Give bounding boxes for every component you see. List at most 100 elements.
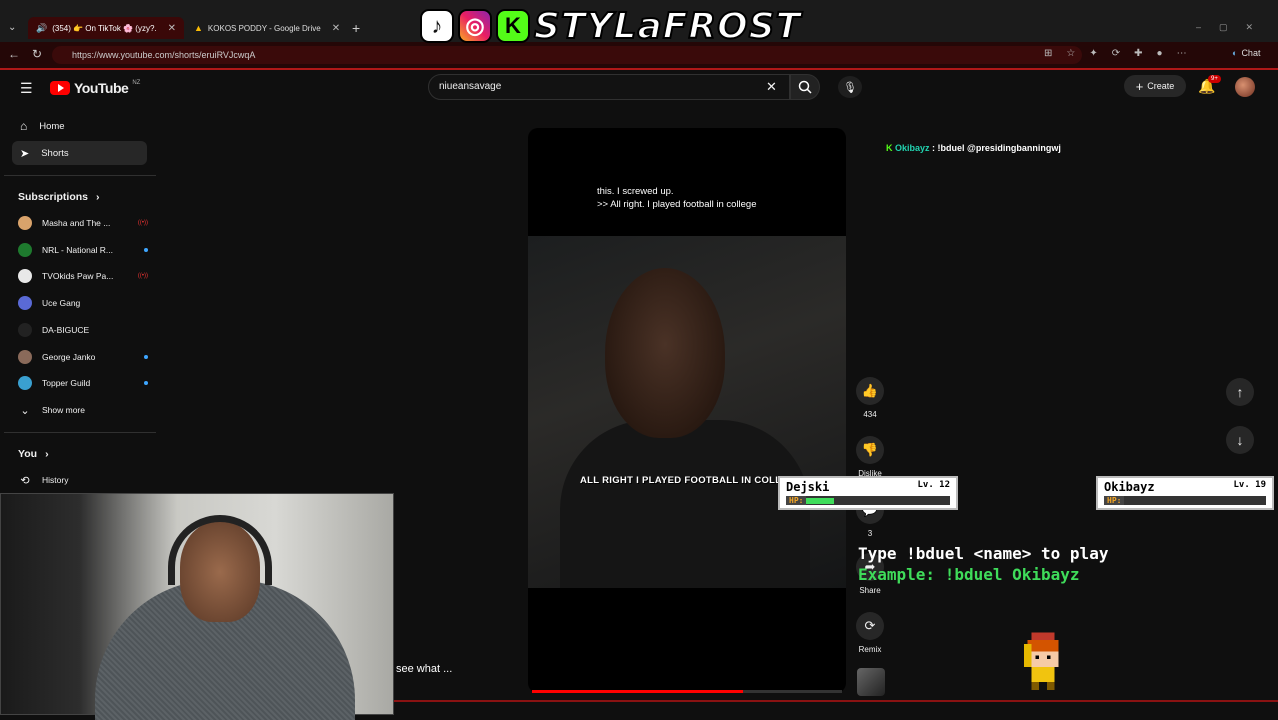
region-code: NZ [132,80,141,86]
remix-label: Remix [858,645,882,654]
sidebar-subscription-item[interactable]: NRL - National R... [18,240,148,260]
duel-player-name: Okibayz [1104,480,1155,494]
reload-icon[interactable]: ↻ [32,47,42,61]
chat-label: Chat [1241,48,1261,58]
stream-banner: ♪ ◎ K STYLaFROST [420,4,801,48]
pixel-character-sprite [1023,632,1059,690]
create-label: Create [1147,81,1175,91]
search-input[interactable]: niueansavage [428,74,790,100]
drive-icon: ▲ [194,23,203,33]
subscriptions-heading[interactable]: Subscriptions › [18,191,100,203]
you-heading[interactable]: You › [18,448,49,460]
duel-player-level: Lv. 19 [1233,480,1266,490]
description-preview[interactable]: see what ... [396,663,452,675]
remix-icon: ⟳ [856,612,884,640]
sidebar-item-history[interactable]: ⟲ History [18,470,148,490]
sound-thumbnail[interactable] [857,668,885,696]
close-tab-icon[interactable]: ✕ [332,23,340,34]
chevron-down-icon: ⌄ [20,404,30,417]
duel-instruction: Type !bduel <name> to play [858,544,1109,563]
chat-text: : !bduel @presidingbanningwj [932,143,1061,153]
create-button[interactable]: + Create [1124,75,1186,97]
share-label: Share [859,586,881,595]
youtube-play-icon [50,81,70,95]
notification-badge: 9+ [1208,75,1221,83]
duel-player-name: Dejski [786,480,830,494]
hp-label: HP: [1104,496,1125,505]
sidebar-subscription-item[interactable]: DA-BIGUCE [18,320,148,340]
sync-icon[interactable]: ⟳ [1112,48,1120,59]
profile-icon[interactable]: ● [1157,48,1163,59]
chat-username: Okibayz [895,143,930,153]
search-button[interactable] [790,74,820,100]
puzzle-icon[interactable]: ✚ [1134,48,1142,59]
sidebar-divider [4,432,156,433]
channel-avatar [18,349,32,364]
kick-icon: K [496,9,530,43]
home-icon: ⌂ [20,119,28,133]
caption-line: this. I screwed up. [597,186,674,197]
search-icon [798,80,812,94]
tiktok-icon: ♪ [420,9,454,43]
sidebar-item-label: Home [39,120,65,132]
sidebar-subscription-item[interactable]: TVOkids Paw Pa... ((•)) [18,266,148,286]
channel-avatar [18,296,32,311]
channel-name: George Janko [42,351,96,362]
sidebar-divider [4,175,156,176]
tab-list-icon[interactable]: ⌄ [8,22,16,33]
tab-label: (354) 👉 On TikTok 🌸 (yzy?... [52,23,157,33]
you-title: You [18,448,38,460]
arrow-down-icon: ↓ [1236,432,1244,448]
bookmark-icon[interactable]: ☆ [1066,48,1075,59]
install-app-icon[interactable]: ⊞ [1044,48,1052,59]
dislike-button[interactable]: 👎 Dislike [856,436,884,478]
remix-button[interactable]: ⟳ Remix [856,612,884,654]
sidebar-subscription-item[interactable]: George Janko [18,347,148,367]
back-icon[interactable]: ← [8,47,20,61]
stream-frame-border [394,700,1278,702]
hp-bar: HP: [786,496,950,505]
hp-fill [806,497,835,504]
url-field[interactable]: https://www.youtube.com/shorts/eruiRVJcw… [52,46,1082,64]
chevron-right-icon: › [45,448,49,460]
hamburger-menu-icon[interactable]: ☰ [20,80,33,97]
sidebar-subscription-item[interactable]: Topper Guild [18,373,148,393]
next-short-button[interactable]: ↓ [1226,426,1254,454]
window-controls[interactable]: –▢✕ [1196,22,1271,33]
thumbs-up-icon: 👍 [856,377,884,405]
sidebar-item-label: Shorts [41,147,69,159]
new-tab-icon[interactable]: + [352,20,360,36]
extension-icon[interactable]: ✦ [1089,48,1097,59]
sidebar-subscription-item[interactable]: Uce Gang [18,293,148,313]
chevron-right-icon: › [96,191,100,203]
live-caption: this. I screwed up. >> All right. I play… [597,185,757,211]
previous-short-button[interactable]: ↑ [1226,378,1254,406]
history-icon: ⟲ [20,474,30,487]
sidebar-item-shorts[interactable]: ➤ Shorts [12,141,147,165]
close-tab-icon[interactable]: ✕ [168,23,176,34]
chat-button[interactable]: ◐ Chat [1232,48,1260,58]
youtube-logo[interactable]: YouTube NZ [50,80,140,96]
hp-bar: HP: [1104,496,1266,505]
sidebar-item-home[interactable]: ⌂ Home [12,114,147,138]
video-person-head [605,268,725,438]
youtube-logo-text: YouTube [74,80,129,96]
banner-title: STYLaFROST [533,5,802,48]
menu-icon[interactable]: ⋯ [1177,48,1187,59]
voice-search-button[interactable]: 🎙 [838,76,862,98]
comment-count: 3 [867,529,873,538]
tab-tiktok[interactable]: 🔊 (354) 👉 On TikTok 🌸 (yzy?... ✕ [28,17,184,39]
burned-in-subtitle: ALL RIGHT I PLAYED FOOTBALL IN COLL [580,475,782,486]
show-more-label: Show more [42,405,85,415]
copilot-icon: ◐ [1232,48,1238,58]
like-button[interactable]: 👍 434 [856,377,884,419]
show-more-button[interactable]: ⌄ Show more [18,400,148,420]
sidebar-subscription-item[interactable]: Masha and The ... ((•)) [18,213,148,233]
channel-avatar [18,269,32,284]
tab-google-drive[interactable]: ▲ KOKOS PODDY - Google Drive ✕ [186,17,346,39]
channel-avatar [18,216,32,230]
account-avatar[interactable] [1235,77,1255,97]
arrow-up-icon: ↑ [1236,384,1244,400]
toolbar-icons[interactable]: ⊞ ☆ ✦ ⟳ ✚ ● ⋯ [1044,48,1187,59]
clear-search-icon[interactable]: ✕ [766,79,777,95]
